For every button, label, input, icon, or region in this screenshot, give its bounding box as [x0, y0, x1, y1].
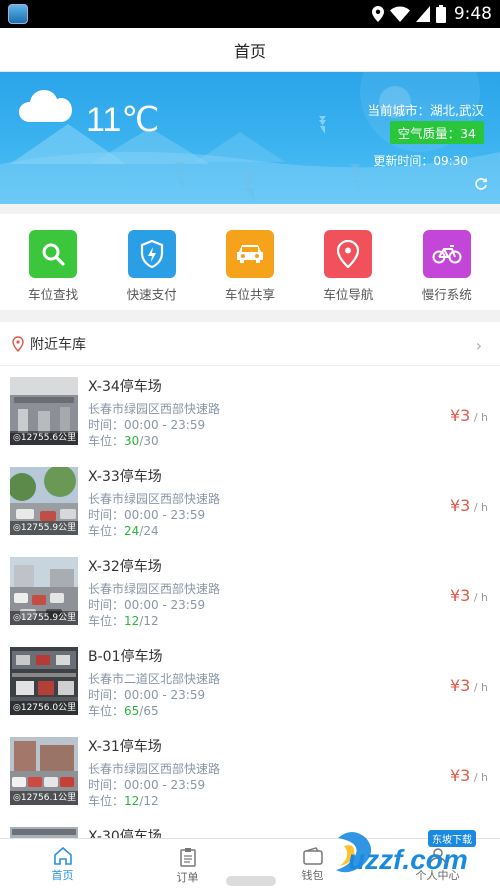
distance-label: ◎12756.1公里	[10, 791, 78, 805]
clipboard-icon	[179, 848, 196, 867]
nearby-garages: 附近车库 › ◎12755.6公里 X-34停车场 长春市绿园区西部快速路 时间…	[0, 322, 500, 838]
list-item[interactable]: ◎12755.9公里 X-32停车场 长春市绿园区西部快速路 时间：00:00 …	[0, 546, 500, 636]
status-bar: 9:48	[0, 0, 500, 28]
menu-item-navigation[interactable]: 车位导航	[303, 214, 393, 310]
tab-home[interactable]: 首页	[0, 839, 125, 890]
search-icon	[29, 230, 78, 278]
function-menu: 车位查找 快速支付 车位共享 车位导航 慢行系统	[0, 214, 500, 310]
menu-label: 车位共享	[224, 287, 275, 302]
battery-icon	[435, 5, 446, 23]
shield-bolt-icon	[127, 230, 176, 278]
tab-label: 订单	[176, 871, 199, 884]
parking-photo: ◎12755.9公里	[10, 467, 78, 535]
lot-address: 长春市绿园区西部快速路	[88, 402, 221, 416]
menu-item-space-share[interactable]: 车位共享	[205, 214, 295, 310]
lot-address: 长春市绿园区西部快速路	[88, 762, 221, 776]
bicycle-icon	[422, 230, 471, 278]
lot-price: ¥3 / h	[449, 496, 488, 515]
lot-address: 长春市绿园区西部快速路	[88, 492, 221, 506]
lot-spaces: 车位：30/30	[88, 434, 159, 448]
cloud-icon	[19, 90, 72, 122]
distance-label: ◎12755.9公里	[10, 521, 78, 535]
menu-item-slow-travel[interactable]: 慢行系统	[402, 214, 492, 310]
lot-price: ¥3 / h	[449, 406, 488, 425]
lot-name: X-33停车场	[88, 469, 162, 485]
lot-hours: 时间：00:00 - 23:59	[88, 418, 206, 432]
update-time: 更新时间：09:30	[373, 154, 468, 168]
refresh-icon[interactable]	[474, 177, 488, 191]
parking-photo: ◎12755.6公里	[10, 377, 78, 445]
lot-hours: 时间：00:00 - 23:59	[88, 688, 206, 702]
list-item[interactable]: ◎12755.6公里 X-34停车场 长春市绿园区西部快速路 时间：00:00 …	[0, 366, 500, 456]
lot-name: X-30停车场	[88, 829, 162, 838]
menu-label: 快速支付	[126, 287, 177, 302]
temperature: 11℃	[86, 101, 160, 139]
nearby-header[interactable]: 附近车库 ›	[0, 322, 500, 366]
nearby-title: 附近车库	[30, 336, 86, 353]
location-pin-icon	[324, 230, 373, 278]
signal-icon	[415, 6, 430, 22]
tab-label: 首页	[51, 869, 74, 882]
menu-label: 慢行系统	[421, 287, 472, 302]
lot-name: X-31停车场	[88, 739, 162, 755]
distance-label: ◎12755.9公里	[10, 611, 78, 625]
current-city: 当前城市：湖北,武汉	[367, 103, 484, 118]
lot-hours: 时间：00:00 - 23:59	[88, 778, 206, 792]
home-indicator[interactable]	[226, 876, 276, 886]
status-icons	[371, 5, 446, 23]
lot-name: B-01停车场	[88, 649, 163, 665]
page-title: 首页	[233, 41, 266, 61]
distance-label: ◎12756.0公里	[10, 701, 78, 715]
lot-spaces: 车位：12/12	[88, 794, 159, 808]
list-item[interactable]: ◎12756.1公里 X-31停车场 长春市绿园区西部快速路 时间：00:00 …	[0, 726, 500, 816]
menu-item-quick-pay[interactable]: 快速支付	[107, 214, 197, 310]
distance-label: ◎12755.6公里	[10, 431, 78, 445]
lot-price: ¥3 / h	[449, 586, 488, 605]
lot-name: X-32停车场	[88, 559, 162, 575]
location-icon	[371, 6, 384, 22]
list-item[interactable]: ◎12756.0公里 B-01停车场 长春市二道区北部快速路 时间：00:00 …	[0, 636, 500, 726]
watermark-text: uzzf.com	[348, 844, 468, 875]
chevron-right-icon: ›	[475, 336, 482, 355]
lot-price: ¥3 / h	[449, 676, 488, 695]
status-time: 9:48	[453, 4, 492, 24]
weather-banner: 11℃ 当前城市：湖北,武汉 空气质量：34 更新时间：09:30	[0, 72, 500, 204]
lot-spaces: 车位：65/65	[88, 704, 159, 718]
list-item[interactable]: ◎12755.9公里 X-33停车场 长春市绿园区西部快速路 时间：00:00 …	[0, 456, 500, 546]
parking-photo: ◎12755.9公里	[10, 557, 78, 625]
wifi-icon	[389, 6, 410, 22]
car-icon	[225, 230, 274, 278]
lot-name: X-34停车场	[88, 379, 162, 395]
menu-label: 车位导航	[323, 287, 374, 302]
title-bar: 首页	[0, 28, 500, 72]
location-pin-icon	[12, 335, 24, 352]
lot-spaces: 车位：12/12	[88, 614, 159, 628]
lot-hours: 时间：00:00 - 23:59	[88, 598, 206, 612]
lot-hours: 时间：00:00 - 23:59	[88, 508, 206, 522]
parking-photo: ◎12756.1公里	[10, 737, 78, 805]
lot-price: ¥3 / h	[449, 766, 488, 785]
lot-spaces: 车位：24/24	[88, 524, 159, 538]
menu-item-find-space[interactable]: 车位查找	[8, 214, 98, 310]
app-notification-icon	[8, 4, 28, 24]
lot-address: 长春市绿园区西部快速路	[88, 582, 221, 596]
menu-label: 车位查找	[28, 287, 79, 302]
parking-photo	[10, 827, 78, 838]
parking-photo: ◎12756.0公里	[10, 647, 78, 715]
home-icon	[53, 847, 72, 865]
lot-address: 长春市二道区北部快速路	[88, 672, 221, 686]
air-quality-badge: 空气质量：34	[389, 121, 484, 144]
